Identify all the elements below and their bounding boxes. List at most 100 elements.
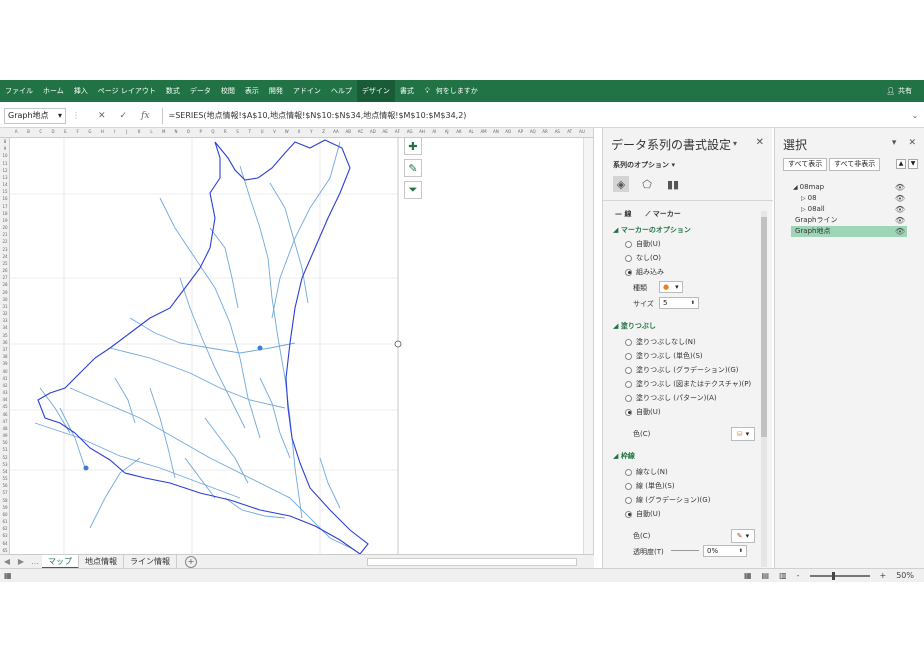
more-sheets-icon[interactable]: … xyxy=(28,557,42,566)
column-header[interactable]: G xyxy=(84,129,96,134)
row-header[interactable]: 47 xyxy=(0,418,10,425)
column-header[interactable]: I xyxy=(108,129,120,134)
selection-item[interactable]: ▷ 08 👁︎ xyxy=(791,193,907,204)
border-color-button[interactable]: ✎ ▾ xyxy=(731,529,755,543)
horizontal-scrollbar[interactable] xyxy=(367,557,577,566)
chart-filters-button[interactable]: ⏷ xyxy=(404,181,422,199)
row-header[interactable]: 15 xyxy=(0,188,10,195)
column-header[interactable]: J xyxy=(121,129,133,134)
macro-record-icon[interactable]: ▦ xyxy=(4,571,12,580)
column-header[interactable]: A xyxy=(10,129,22,134)
row-header[interactable]: 52 xyxy=(0,454,10,461)
spinner-icon[interactable]: ⬍ xyxy=(691,300,695,306)
border-header[interactable]: ◢ 枠線 xyxy=(613,451,635,461)
row-header[interactable]: 57 xyxy=(0,489,10,496)
expand-formula-bar-icon[interactable]: ⌄ xyxy=(908,111,922,120)
selection-item[interactable]: ▷ 08all 👁︎ xyxy=(791,204,907,215)
bring-forward-icon[interactable]: ▲ xyxy=(896,159,906,169)
row-header[interactable]: 35 xyxy=(0,332,10,339)
column-header[interactable]: H xyxy=(96,129,108,134)
column-header[interactable]: Z xyxy=(318,129,330,134)
ribbon-tab[interactable]: デザイン xyxy=(356,80,395,102)
visibility-eye-icon[interactable]: 👁︎ xyxy=(895,182,905,193)
close-icon[interactable]: ✕ xyxy=(756,137,764,148)
transparency-input[interactable]: 0% ⬍ xyxy=(703,545,747,557)
marker-builtin-radio[interactable]: 組み込み xyxy=(625,267,664,277)
row-header[interactable]: 38 xyxy=(0,353,10,360)
selection-item[interactable]: Graph地点 👁︎ xyxy=(791,226,907,237)
border-auto-radio[interactable]: 自動(U) xyxy=(625,509,661,519)
insert-function-button[interactable]: fx xyxy=(141,111,149,121)
ribbon-tab[interactable]: 校閲 xyxy=(216,80,240,102)
row-header[interactable]: 39 xyxy=(0,360,10,367)
row-header[interactable]: 41 xyxy=(0,375,10,382)
row-header[interactable]: 9 xyxy=(0,145,10,152)
row-header[interactable]: 60 xyxy=(0,511,10,518)
prev-sheet-icon[interactable]: ◀ xyxy=(0,557,14,566)
border-none-radio[interactable]: 線なし(N) xyxy=(625,467,668,477)
column-header[interactable]: E xyxy=(59,129,71,134)
column-header[interactable]: AE xyxy=(379,129,391,134)
column-header[interactable]: AB xyxy=(342,129,354,134)
column-header[interactable]: V xyxy=(268,129,280,134)
ribbon-tab[interactable]: ヘルプ xyxy=(326,80,357,102)
column-header[interactable]: AA xyxy=(330,129,342,134)
marker-type-dropdown[interactable]: ● ▾ xyxy=(659,281,683,293)
chart-elements-button[interactable]: ✚ xyxy=(404,137,422,155)
zoom-slider-thumb[interactable] xyxy=(831,571,835,580)
row-header[interactable]: 58 xyxy=(0,497,10,504)
column-header[interactable]: S xyxy=(231,129,243,134)
column-header[interactable]: T xyxy=(244,129,256,134)
row-header[interactable]: 28 xyxy=(0,281,10,288)
row-header[interactable]: 48 xyxy=(0,425,10,432)
marker-auto-radio[interactable]: 自動(U) xyxy=(625,239,661,249)
row-header[interactable]: 44 xyxy=(0,396,10,403)
ribbon-tab[interactable]: 表示 xyxy=(240,80,264,102)
tell-me-search[interactable]: 💡︎ 何をしますか xyxy=(425,86,478,96)
row-header[interactable]: 31 xyxy=(0,303,10,310)
row-header[interactable]: 53 xyxy=(0,461,10,468)
zoom-in-button[interactable]: + xyxy=(880,571,887,580)
column-header[interactable]: AQ xyxy=(527,129,539,134)
column-header[interactable]: AF xyxy=(391,129,403,134)
zoom-slider[interactable] xyxy=(809,571,870,580)
row-header[interactable]: 62 xyxy=(0,525,10,532)
row-header[interactable]: 8 xyxy=(0,138,10,145)
column-header[interactable]: AL xyxy=(465,129,477,134)
row-header[interactable]: 20 xyxy=(0,224,10,231)
ribbon-tab[interactable]: 書式 xyxy=(395,80,419,102)
row-header[interactable]: 23 xyxy=(0,246,10,253)
fill-color-button[interactable]: ⛁ ▾ xyxy=(731,427,755,441)
row-header[interactable]: 51 xyxy=(0,446,10,453)
fill-line-icon[interactable]: ◈ xyxy=(613,176,629,192)
map-marker[interactable] xyxy=(83,465,89,471)
sheet-tab-lines[interactable]: ライン情報 xyxy=(124,554,177,569)
subtab-line[interactable]: — 線 xyxy=(615,209,631,219)
column-header[interactable]: C xyxy=(35,129,47,134)
row-header[interactable]: 61 xyxy=(0,518,10,525)
row-header[interactable]: 42 xyxy=(0,382,10,389)
row-header[interactable]: 19 xyxy=(0,217,10,224)
row-header[interactable]: 16 xyxy=(0,195,10,202)
chevron-down-icon[interactable]: ▾ xyxy=(892,138,897,148)
row-header[interactable]: 55 xyxy=(0,475,10,482)
expand-icon[interactable]: ◢ xyxy=(793,184,798,191)
scrollbar-thumb[interactable] xyxy=(761,217,767,437)
ribbon-tab[interactable]: ファイル xyxy=(0,80,38,102)
send-backward-icon[interactable]: ▼ xyxy=(908,159,918,169)
row-header[interactable]: 11 xyxy=(0,160,10,167)
fill-solid-radio[interactable]: 塗りつぶし (単色)(S) xyxy=(625,351,703,361)
add-sheet-button[interactable]: + xyxy=(185,555,197,568)
marker-size-input[interactable]: 5 ⬍ xyxy=(659,297,699,309)
row-header[interactable]: 40 xyxy=(0,368,10,375)
ribbon-tab[interactable]: ページ レイアウト xyxy=(93,80,161,102)
row-header[interactable]: 26 xyxy=(0,267,10,274)
column-header[interactable]: D xyxy=(47,129,59,134)
page-break-view-icon[interactable]: ▥ xyxy=(779,571,787,580)
fill-pattern-radio[interactable]: 塗りつぶし (パターン)(A) xyxy=(625,393,717,403)
row-header[interactable]: 65 xyxy=(0,547,10,554)
effects-icon[interactable]: ⬠ xyxy=(639,176,655,192)
column-header[interactable]: AN xyxy=(490,129,502,134)
row-header[interactable]: 17 xyxy=(0,203,10,210)
page-layout-view-icon[interactable]: ▤ xyxy=(762,571,770,580)
